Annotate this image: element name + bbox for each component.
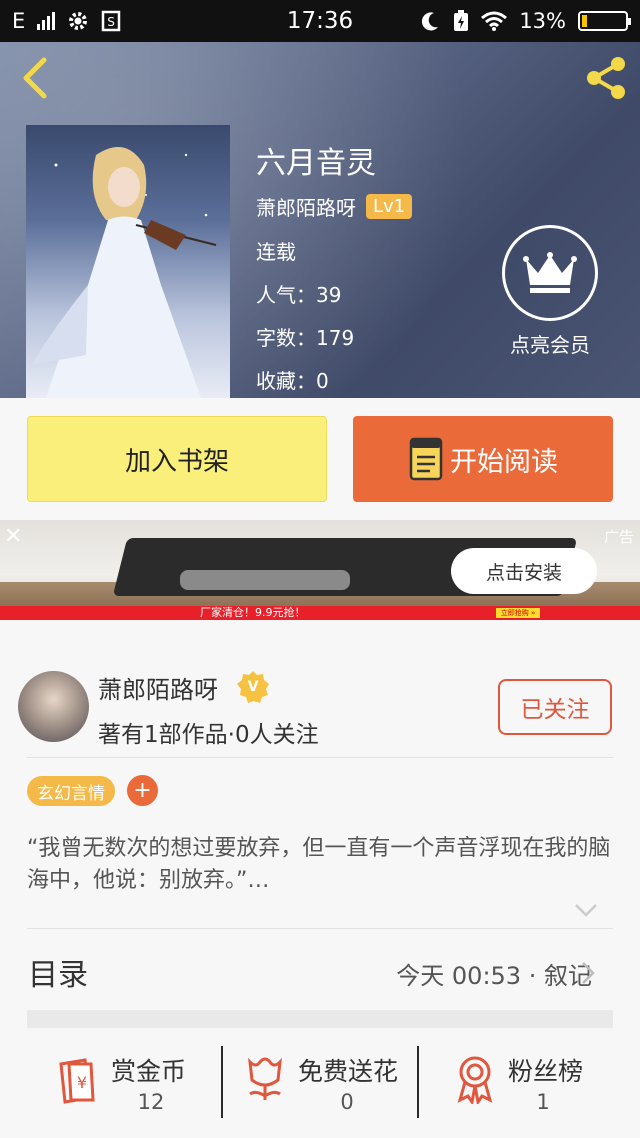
book-intro: “我曾无数次的想过要放弃，但一直有一个声音浮现在我的脑海中，他说：别放弃。”… (27, 836, 611, 893)
flower-label: 免费送花 (298, 1057, 399, 1086)
crown-icon (502, 225, 598, 321)
verified-badge-icon: V (237, 671, 269, 703)
toc-latest-time: 今天 00:53 (396, 962, 522, 990)
moon-icon (422, 12, 439, 31)
share-icon[interactable] (582, 54, 630, 102)
word-count-value: 179 (316, 326, 355, 350)
favorites-label: 收藏 (256, 369, 296, 393)
book-icon (409, 437, 443, 481)
divider (27, 928, 613, 929)
chevron-down-icon[interactable] (574, 902, 598, 918)
svg-text:V: V (248, 679, 259, 695)
book-author-row: 萧郎陌路呀 Lv1 (256, 192, 413, 221)
add-to-shelf-button[interactable]: 加入书架 (27, 416, 327, 502)
reward-coin-icon: ¥ (59, 1058, 95, 1104)
ad-tag: 广告 (603, 528, 634, 546)
ad-strip-text: 厂家清仓！9.9元抢！ (200, 606, 306, 619)
ad-strip-button: 立即抢购 » (496, 608, 540, 618)
ad-close-icon[interactable]: ✕ (4, 524, 22, 549)
toc-label[interactable]: 目录 (28, 950, 88, 994)
reward-coin-stat[interactable]: ¥ 赏金币 12 (55, 1046, 205, 1121)
medal-icon (457, 1056, 493, 1104)
author-stats: 著有1部作品·0人关注 (98, 722, 319, 748)
battery-icon (578, 11, 631, 31)
fan-ranking-value: 1 (536, 1090, 550, 1114)
word-count-stat: 字数：179 (256, 326, 355, 350)
fan-ranking-stat[interactable]: 粉丝榜 1 (452, 1046, 602, 1121)
popularity-stat: 人气：39 (256, 283, 342, 307)
divider (417, 1046, 419, 1118)
wifi-icon (481, 11, 508, 31)
word-count-label: 字数 (256, 326, 296, 350)
reward-coin-value: 12 (137, 1090, 165, 1114)
book-author[interactable]: 萧郎陌路呀 (256, 192, 356, 221)
book-status: 连载 (256, 240, 296, 264)
divider (27, 757, 613, 758)
ad-install-button[interactable]: 点击安装 (451, 548, 597, 594)
fan-ranking-label: 粉丝榜 (508, 1057, 584, 1086)
avatar[interactable] (18, 671, 89, 742)
battery-saver-icon (454, 10, 469, 31)
svg-text:¥: ¥ (77, 1073, 87, 1092)
favorites-stat: 收藏：0 (256, 369, 329, 393)
book-title: 六月音灵 (256, 146, 376, 181)
popularity-label: 人气 (256, 283, 296, 307)
vip-button[interactable]: 点亮会员 (500, 225, 600, 358)
flower-stat[interactable]: 免费送花 0 (242, 1046, 412, 1121)
add-tag-button[interactable]: + (127, 775, 158, 806)
book-header: 六月音灵 萧郎陌路呀 Lv1 连载 人气：39 字数：179 收藏：0 点亮会员 (0, 42, 640, 398)
follow-button[interactable]: 已关注 (498, 679, 612, 735)
start-reading-button[interactable]: 开始阅读 (353, 416, 613, 502)
level-badge: Lv1 (366, 194, 413, 219)
status-bar: E S 17:36 13% (0, 0, 640, 42)
toc-latest-chapter[interactable]: 今天 00:53 · 叙记 (396, 956, 592, 991)
genre-tag[interactable]: 玄幻言情 (27, 776, 115, 806)
divider (221, 1046, 223, 1118)
book-cover[interactable] (26, 125, 230, 398)
popularity-value: 39 (316, 283, 342, 307)
start-reading-label: 开始阅读 (450, 446, 558, 478)
back-icon[interactable] (16, 56, 56, 100)
author-works: 著有1部作品 (98, 722, 228, 748)
reward-coin-label: 赏金币 (111, 1057, 187, 1086)
flower-value: 0 (340, 1090, 354, 1114)
chevron-right-icon[interactable] (581, 961, 595, 985)
battery-percent: 13% (519, 9, 566, 33)
flower-icon (248, 1057, 282, 1100)
author-followers: 0人关注 (234, 722, 319, 748)
section-separator (27, 1010, 613, 1028)
vip-label: 点亮会员 (510, 333, 590, 357)
author-name[interactable]: 萧郎陌路呀 (98, 670, 218, 705)
favorites-value: 0 (316, 369, 329, 393)
